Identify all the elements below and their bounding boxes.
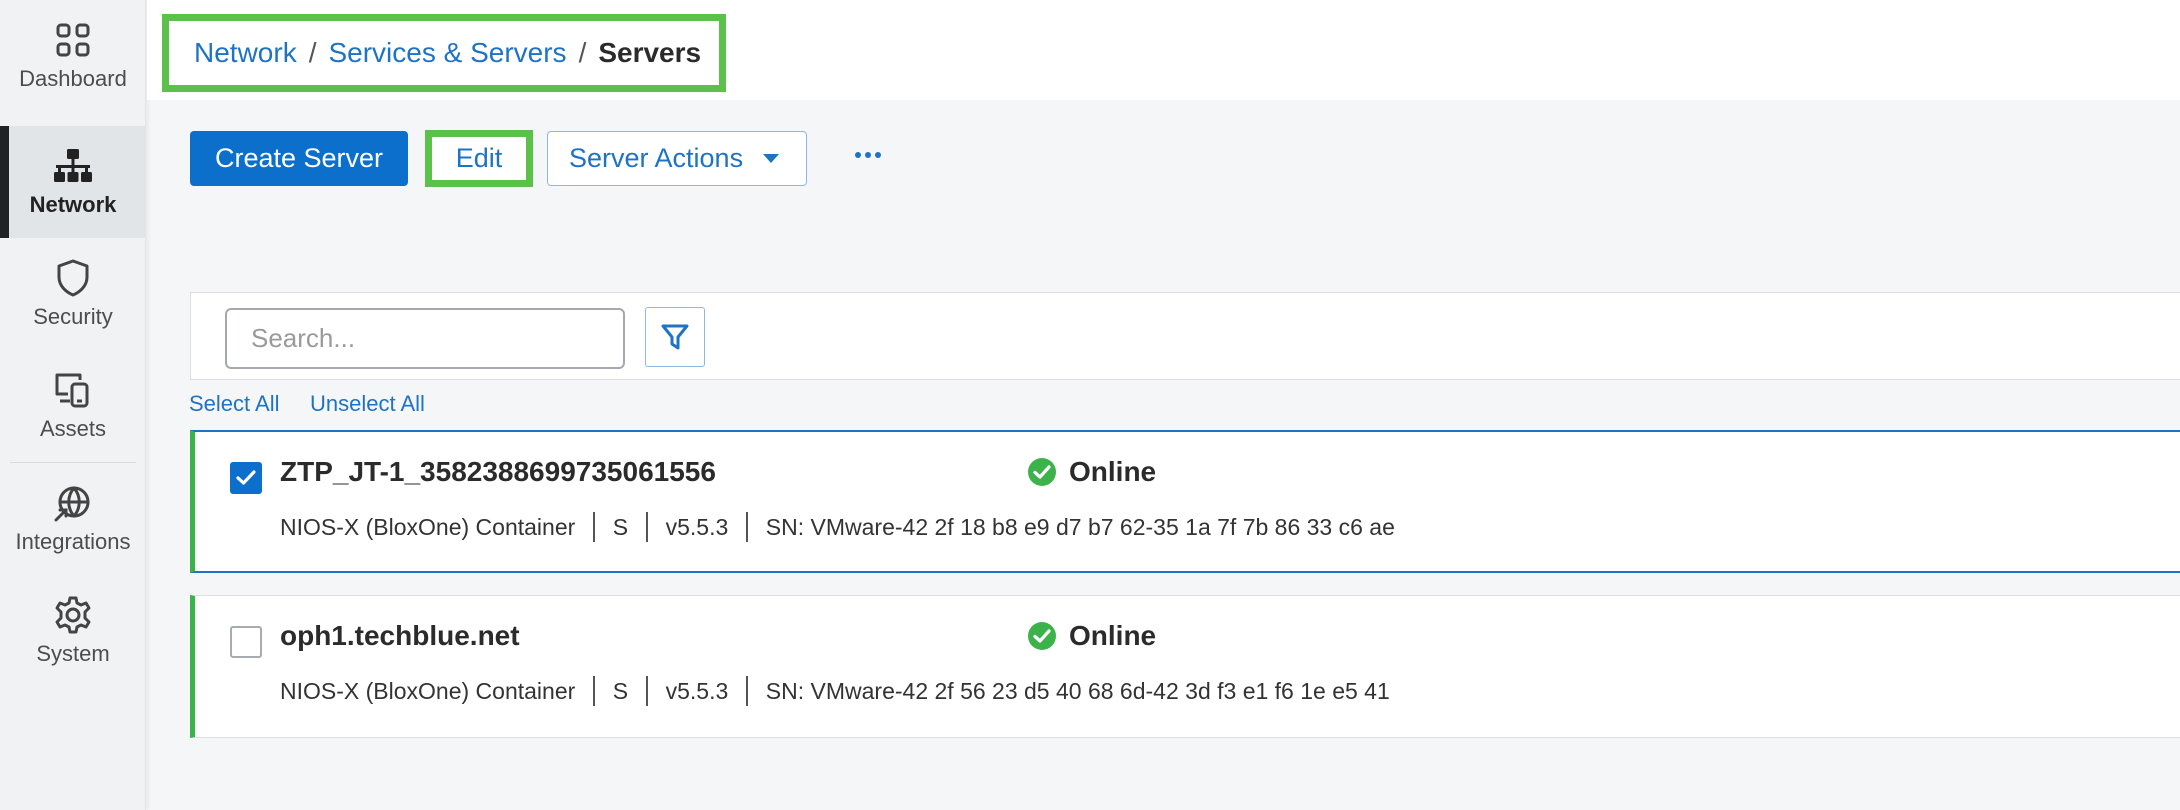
meta-separator <box>646 512 648 542</box>
edit-highlight: Edit <box>425 130 533 187</box>
check-circle-icon <box>1028 458 1056 486</box>
sidebar-item-system[interactable]: System <box>0 575 146 687</box>
meta-separator <box>746 676 748 706</box>
server-actions-label: Server Actions <box>569 143 744 173</box>
meta-separator <box>646 676 648 706</box>
sidebar-item-label: Assets <box>39 416 107 441</box>
sidebar-item-label: Dashboard <box>19 66 127 91</box>
meta-separator <box>746 512 748 542</box>
status-badge: Online <box>1027 456 1156 488</box>
breadcrumb-separator: / <box>578 37 587 68</box>
check-icon <box>236 470 256 485</box>
breadcrumb-separator: / <box>308 37 317 68</box>
sidebar-item-network[interactable]: Network <box>0 126 146 238</box>
meta-separator <box>593 512 595 542</box>
breadcrumb: Network / Services & Servers / Servers <box>162 14 726 92</box>
unselect-all-link[interactable]: Unselect All <box>310 391 425 417</box>
server-checkbox[interactable] <box>230 626 262 658</box>
sidebar-item-label: System <box>36 641 110 666</box>
server-type: NIOS-X (BloxOne) Container <box>280 513 576 540</box>
shield-icon <box>53 258 93 298</box>
sidebar-item-dashboard[interactable]: Dashboard <box>0 0 146 112</box>
server-meta: NIOS-X (BloxOne) Container S v5.5.3 SN: … <box>280 512 1395 542</box>
caret-down-icon <box>763 154 780 163</box>
search-input[interactable] <box>225 308 625 369</box>
sidebar: Dashboard Network Security Assets Integr… <box>0 0 146 810</box>
server-name[interactable]: ZTP_JT-1_3582388699735061556 <box>280 456 716 488</box>
breadcrumb-link-network[interactable]: Network <box>194 37 297 69</box>
server-size: S <box>612 513 629 540</box>
integrations-icon <box>53 483 93 523</box>
server-version: v5.5.3 <box>665 677 729 704</box>
check-circle-icon <box>1028 622 1056 650</box>
sidebar-item-security[interactable]: Security <box>0 238 146 350</box>
search-panel <box>190 292 2180 380</box>
server-serial: SN: VMware-42 2f 56 23 d5 40 68 6d-42 3d… <box>765 677 1390 704</box>
network-icon <box>53 146 93 186</box>
create-server-button[interactable]: Create Server <box>190 131 408 186</box>
server-checkbox[interactable] <box>230 462 262 494</box>
status-badge: Online <box>1027 620 1156 652</box>
server-version: v5.5.3 <box>665 513 729 540</box>
server-meta: NIOS-X (BloxOne) Container S v5.5.3 SN: … <box>280 676 1390 706</box>
server-actions-button[interactable]: Server Actions <box>547 131 807 186</box>
breadcrumb-current: Servers <box>598 37 702 68</box>
server-card[interactable]: ZTP_JT-1_3582388699735061556 Online NIOS… <box>190 430 2180 573</box>
select-all-link[interactable]: Select All <box>189 391 280 416</box>
dashboard-icon <box>53 20 93 60</box>
assets-icon <box>53 370 93 410</box>
server-serial: SN: VMware-42 2f 18 b8 e9 d7 b7 62-35 1a… <box>765 513 1395 540</box>
sidebar-item-label: Security <box>33 304 113 329</box>
filter-icon <box>661 324 689 350</box>
server-card[interactable]: oph1.techblue.net Online NIOS-X (BloxOne… <box>190 595 2180 738</box>
selection-links: Select All Unselect All <box>189 391 425 417</box>
edit-button[interactable]: Edit <box>456 143 503 174</box>
server-type: NIOS-X (BloxOne) Container <box>280 677 576 704</box>
sidebar-item-integrations[interactable]: Integrations <box>0 463 146 575</box>
server-name[interactable]: oph1.techblue.net <box>280 620 520 652</box>
sidebar-item-label: Integrations <box>15 529 131 554</box>
sidebar-item-label: Network <box>29 192 117 217</box>
breadcrumb-link-services-servers[interactable]: Services & Servers <box>328 37 566 69</box>
status-text: Online <box>1069 620 1157 651</box>
sidebar-item-assets[interactable]: Assets <box>0 350 146 462</box>
more-horizontal-icon[interactable] <box>850 140 886 170</box>
meta-separator <box>593 676 595 706</box>
server-size: S <box>612 677 629 704</box>
filter-button[interactable] <box>645 307 705 367</box>
status-text: Online <box>1069 456 1157 487</box>
gear-icon <box>53 595 93 635</box>
